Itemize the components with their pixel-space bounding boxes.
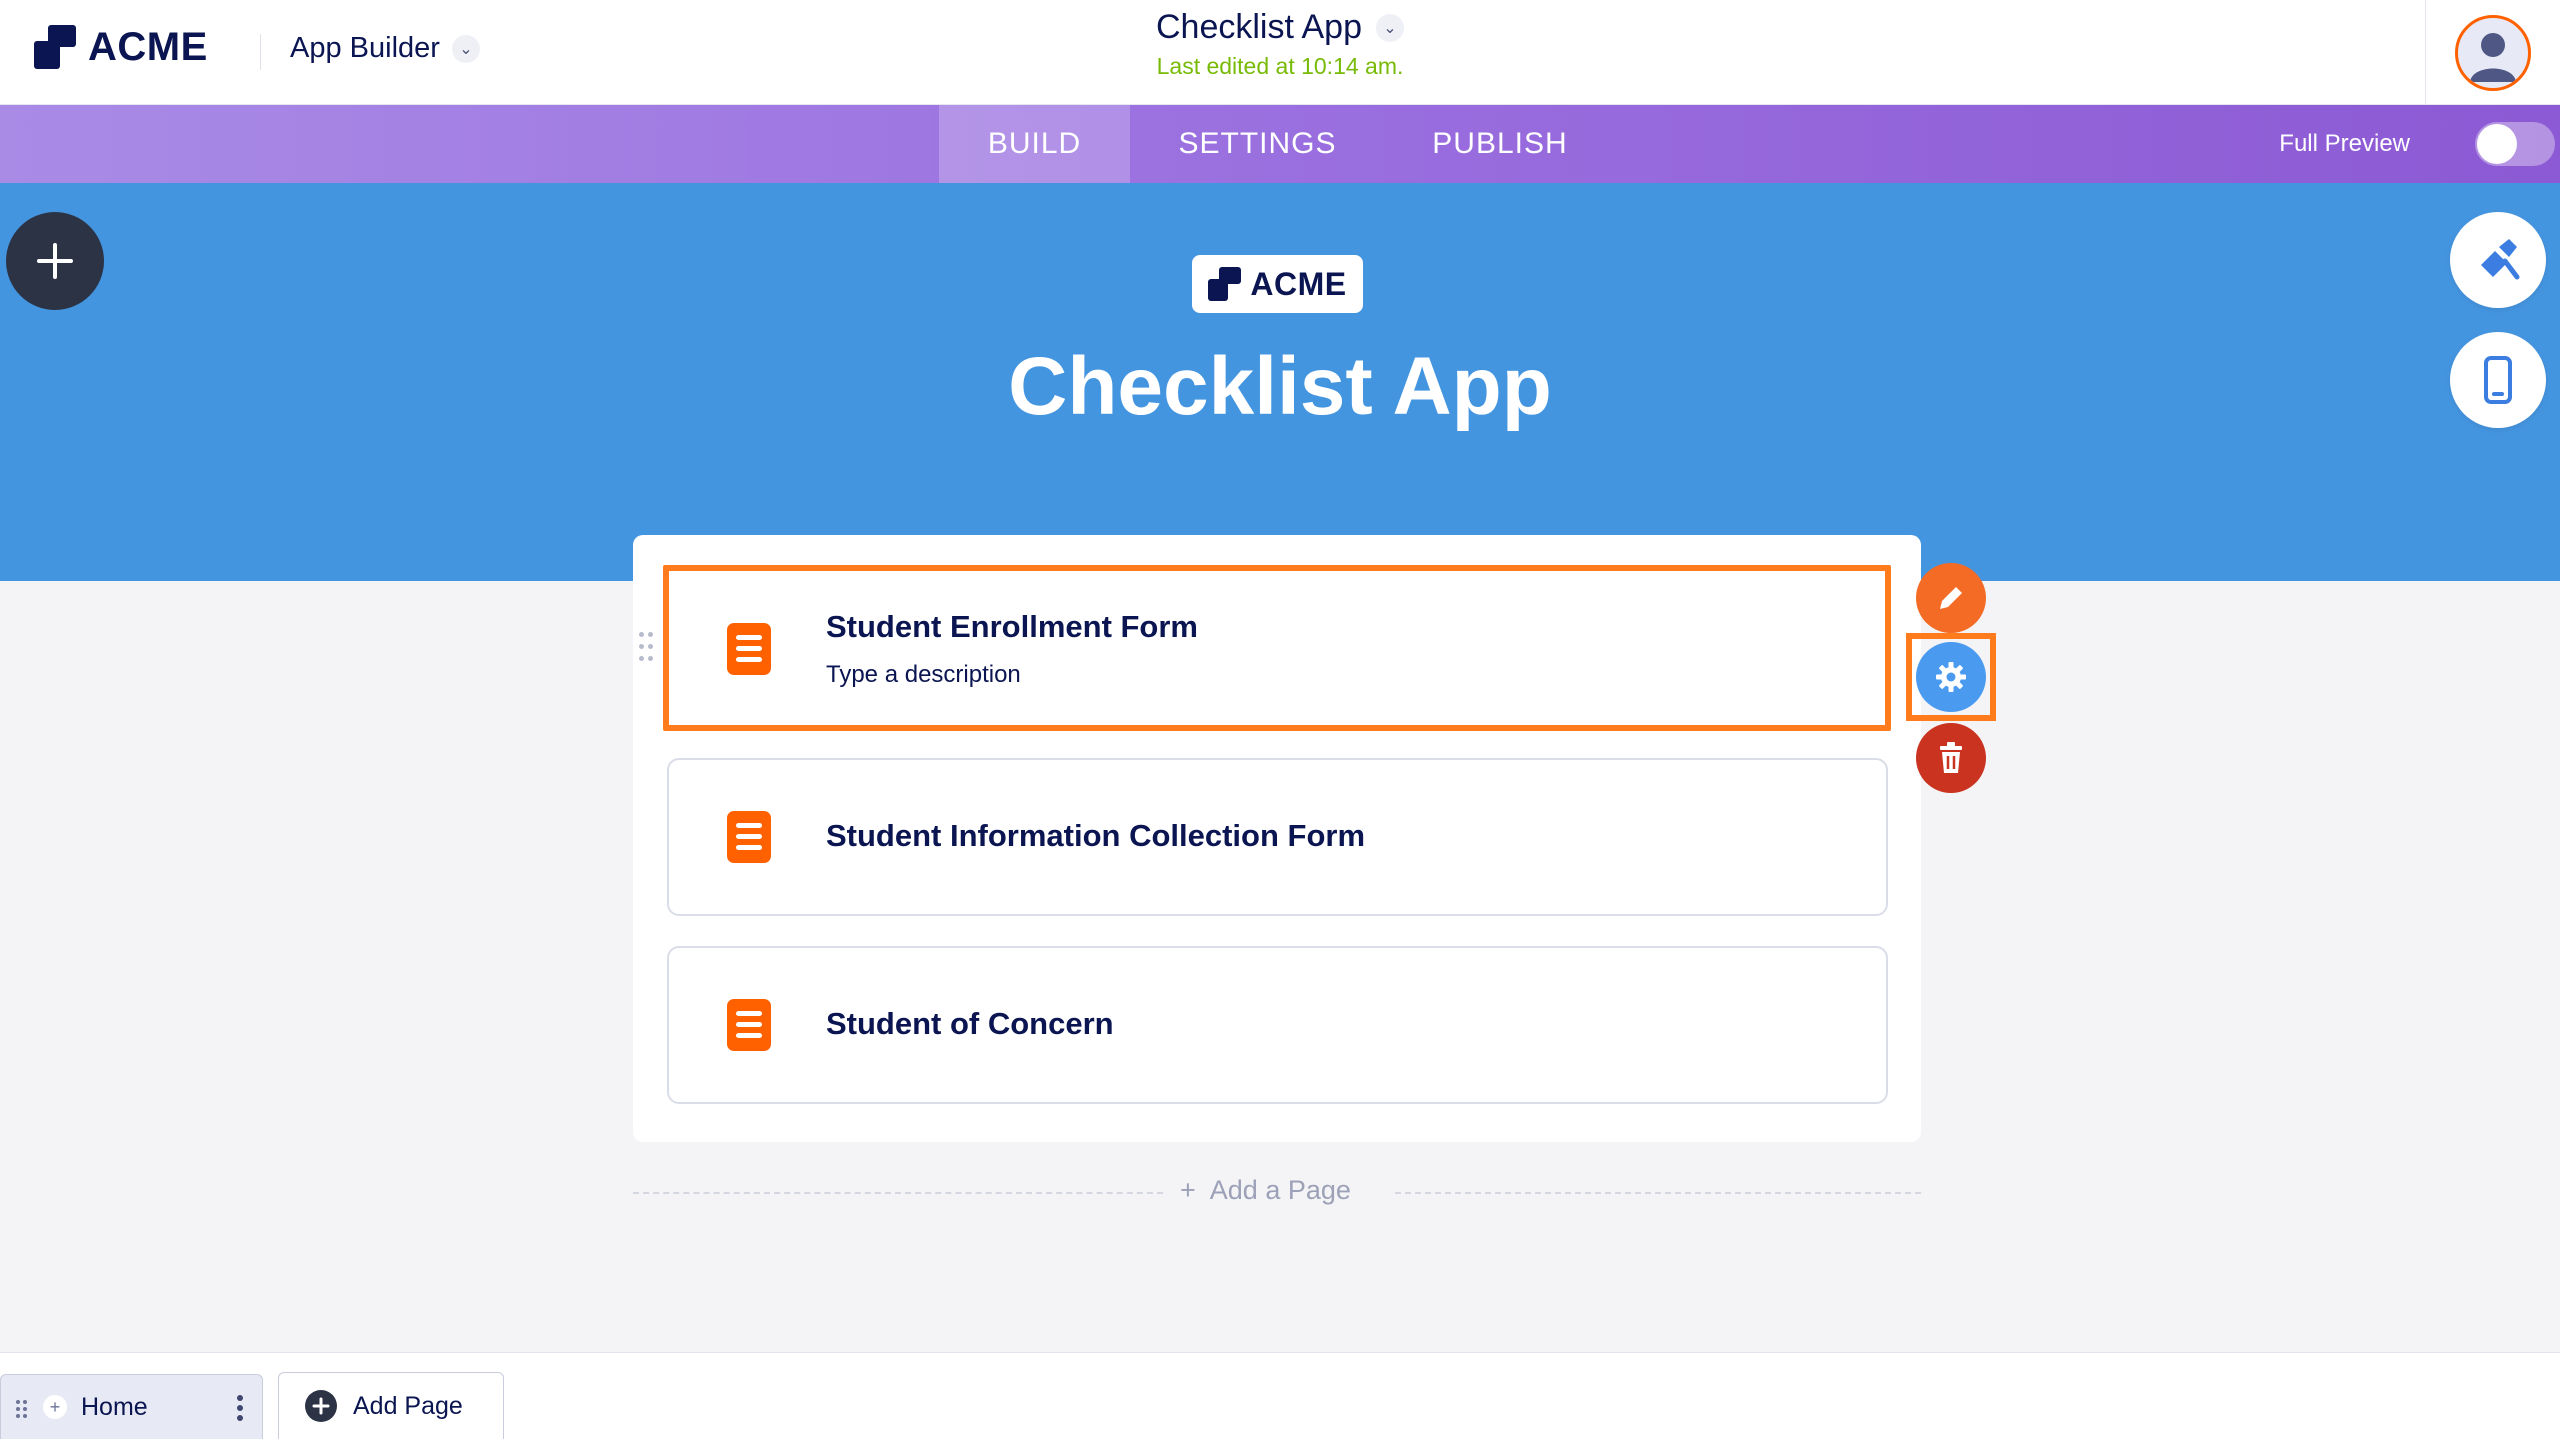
add-page-label: Add Page [353, 1391, 463, 1420]
toggle-knob [2477, 124, 2517, 164]
item-title: Student of Concern [826, 1006, 1114, 1041]
chevron-down-icon: ⌄ [1376, 13, 1404, 42]
plus-circle-icon [305, 1390, 337, 1422]
mobile-preview-button[interactable] [2450, 332, 2546, 428]
avatar-area [2425, 0, 2560, 105]
add-page-button[interactable]: Add Page [278, 1372, 504, 1439]
pencil-icon [1940, 587, 1962, 609]
app-title: Checklist App [1156, 8, 1362, 46]
home-tab-label: Home [81, 1392, 148, 1421]
add-a-page-link[interactable]: + Add a Page [1180, 1175, 1351, 1206]
acme-logo-mark [1208, 267, 1242, 301]
divider-line [633, 1192, 1163, 1194]
app-logo[interactable]: ACME [1192, 255, 1363, 313]
item-title: Student Enrollment Form [826, 609, 1198, 644]
add-element-button[interactable] [6, 212, 104, 310]
list-item-student-information-collection-form[interactable]: Student Information Collection Form [667, 758, 1888, 916]
form-icon [727, 999, 771, 1051]
full-preview-label: Full Preview [2279, 130, 2410, 157]
trash-icon [1940, 742, 1962, 773]
tab-settings[interactable]: SETTINGS [1130, 105, 1385, 183]
app-title-dropdown[interactable]: Checklist App ⌄ [1156, 8, 1404, 47]
drag-handle-icon[interactable] [15, 1397, 29, 1418]
more-options-icon[interactable] [236, 1395, 244, 1428]
app-title-area: Checklist App ⌄ Last edited at 10:14 am. [0, 8, 2560, 80]
item-settings-button[interactable] [1916, 642, 1986, 712]
list-item-student-enrollment-form[interactable]: Student Enrollment Form Type a descripti… [663, 565, 1891, 731]
app-designer-button[interactable] [2450, 212, 2546, 308]
page-tab-home[interactable]: + Home [0, 1374, 263, 1439]
form-icon [727, 623, 771, 675]
add-a-page-label: Add a Page [1209, 1175, 1351, 1205]
phone-icon [2484, 356, 2512, 404]
home-plus-icon: + [43, 1395, 67, 1419]
item-title: Student Information Collection Form [826, 818, 1366, 853]
page-list-card: Student Enrollment Form Type a descripti… [633, 535, 1921, 1142]
gear-icon [1936, 662, 1966, 692]
tab-build[interactable]: BUILD [939, 105, 1130, 183]
builder-navbar: BUILD SETTINGS PUBLISH Full Preview [0, 105, 2560, 183]
edit-item-button[interactable] [1916, 563, 1986, 633]
drag-handle-icon[interactable] [637, 630, 657, 666]
form-icon [727, 811, 771, 863]
tab-publish[interactable]: PUBLISH [1385, 105, 1615, 183]
plus-icon: + [1180, 1175, 1196, 1205]
delete-item-button[interactable] [1916, 723, 1986, 793]
app-logo-text: ACME [1250, 265, 1347, 302]
item-description[interactable]: Type a description [826, 661, 1021, 689]
user-icon [2470, 32, 2516, 82]
divider-line [1395, 1192, 1921, 1194]
paint-brush-icon [2481, 239, 2520, 280]
user-avatar[interactable] [2455, 14, 2531, 91]
list-item-student-of-concern[interactable]: Student of Concern [667, 946, 1888, 1104]
plus-icon [37, 243, 73, 279]
last-edited-status: Last edited at 10:14 am. [1156, 53, 1404, 79]
app-heading[interactable]: Checklist App [0, 340, 2560, 434]
top-header: ACME App Builder ⌄ Checklist App ⌄ Last … [0, 0, 2560, 105]
full-preview-toggle[interactable] [2475, 122, 2555, 166]
